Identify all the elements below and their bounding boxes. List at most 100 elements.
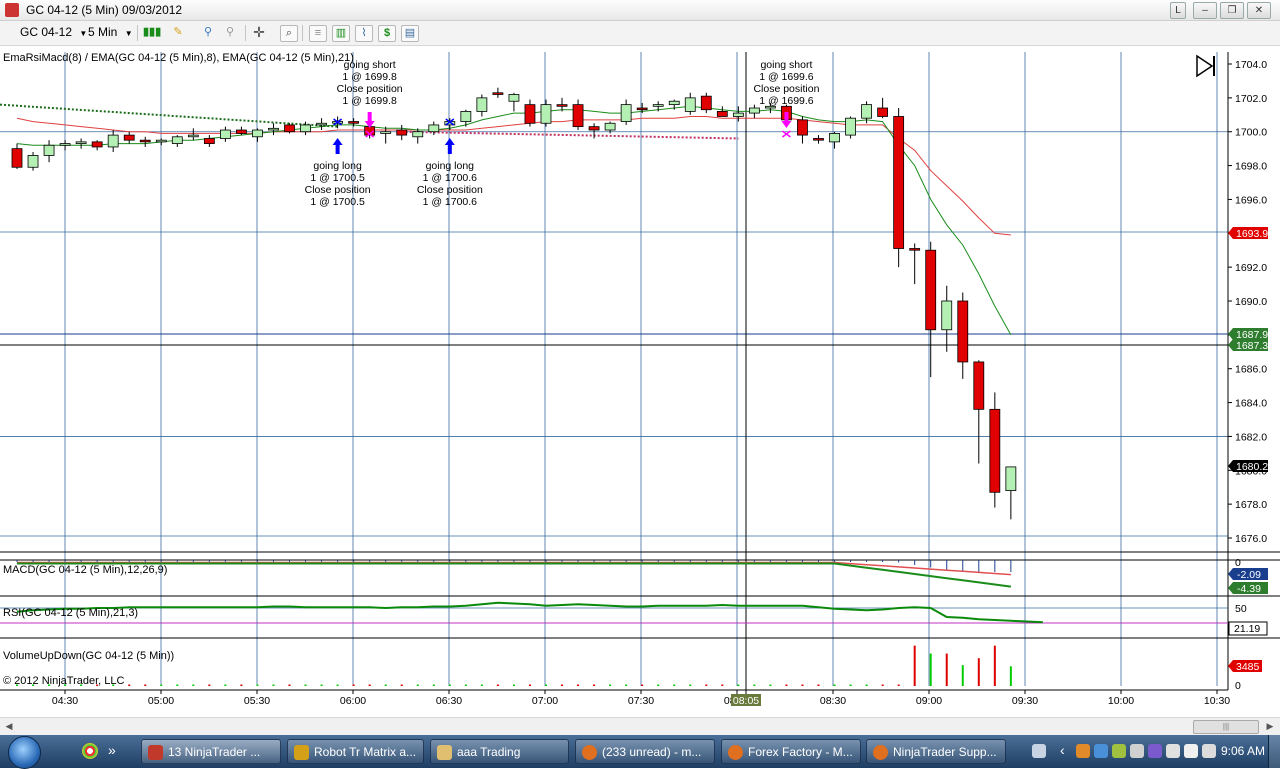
price-tick-label: 1678.0: [1235, 499, 1267, 511]
candle-body-up: [941, 300, 953, 331]
candle-body-up: [684, 97, 696, 112]
keyboard-icon[interactable]: [1032, 744, 1046, 758]
candle-body-up: [460, 111, 472, 122]
data-box-icon[interactable]: ▤: [401, 25, 419, 42]
candle: [732, 106, 744, 122]
time-axis: 04:3005:0005:3006:0006:3007:0007:3008:00…: [0, 689, 1230, 707]
scroll-to-end-icon[interactable]: [1196, 54, 1215, 78]
candle-body-down: [588, 126, 600, 131]
close-button[interactable]: ✕: [1247, 2, 1271, 19]
candle-body-up: [1005, 466, 1017, 491]
price-marker-label: 1693.9: [1236, 228, 1268, 240]
chart-properties-icon[interactable]: ⌇: [355, 25, 373, 42]
taskbar-button-label: aaa Trading: [457, 745, 521, 759]
strategy-icon[interactable]: ≡: [309, 25, 327, 42]
link-button[interactable]: L: [1170, 2, 1186, 19]
candle-body-up: [540, 104, 552, 124]
scroll-left-arrow[interactable]: ◀: [3, 720, 15, 732]
candle-body-down: [893, 116, 905, 249]
drawing-pencil-icon[interactable]: ✎: [170, 25, 186, 40]
network-icon[interactable]: [1166, 744, 1180, 758]
crosshair-icon[interactable]: ✛: [251, 25, 267, 40]
start-button[interactable]: [8, 736, 41, 769]
candle: [973, 360, 985, 464]
candle: [620, 99, 632, 125]
macd-marker-label: -2.09: [1237, 569, 1261, 581]
scroll-thumb[interactable]: |||: [1193, 720, 1259, 734]
ema-lines: [0, 103, 1012, 336]
candle: [829, 131, 840, 149]
taskbar-button-firefox-mail[interactable]: (233 unread) - m...: [575, 739, 715, 764]
candle: [845, 116, 856, 139]
taskbar-button-label: NinjaTrader Supp...: [893, 745, 997, 759]
indicator-icon[interactable]: ▥: [332, 25, 350, 42]
pin-icon[interactable]: ⚲: [200, 25, 216, 40]
candle: [684, 92, 696, 115]
volume-icon[interactable]: [1202, 744, 1216, 758]
candle-body-up: [316, 122, 327, 126]
trade-signal: going long1 @ 1700.5Close position1 @ 17…: [305, 118, 371, 208]
candle: [11, 143, 23, 169]
toolbar-separator: [302, 25, 303, 41]
taskbar-button-ninjatrader[interactable]: 13 NinjaTrader ...: [141, 739, 281, 764]
signal-label: 1 @ 1699.8: [342, 71, 397, 83]
interval-selector[interactable]: 5 Min ▼: [88, 24, 133, 41]
indicator-panels: 0-2.09-4.395021.1903485: [0, 557, 1268, 692]
candle: [284, 123, 295, 134]
tray-app-icon[interactable]: [1076, 744, 1090, 758]
candle-body-up: [620, 104, 632, 122]
candle-body-down: [556, 104, 568, 107]
maximize-button[interactable]: ❐: [1220, 2, 1244, 19]
candle-body-up: [748, 107, 760, 114]
price-tick-label: 1676.0: [1235, 533, 1267, 545]
candle: [925, 241, 937, 378]
candle: [1005, 466, 1017, 520]
chrome-icon[interactable]: [82, 743, 98, 759]
instrument-label: GC 04-12: [20, 25, 73, 39]
quicklaunch-overflow-icon[interactable]: »: [108, 742, 116, 758]
zoom-icon[interactable]: ⌕: [280, 25, 298, 42]
bar-type-icon[interactable]: ▮▮▮: [143, 25, 161, 40]
signal-label: 1 @ 1700.5: [310, 172, 365, 184]
signal-label: going long: [426, 160, 475, 172]
candle: [716, 106, 728, 117]
show-desktop-button[interactable]: [1268, 735, 1280, 768]
price-tick-label: 1682.0: [1235, 431, 1267, 443]
tray-app-icon[interactable]: [1094, 744, 1108, 758]
tray-app-icon[interactable]: [1130, 744, 1144, 758]
candle: [572, 99, 584, 131]
candle-body-up: [219, 129, 231, 139]
chart-canvas[interactable]: going long1 @ 1700.5Close position1 @ 17…: [0, 46, 1280, 716]
price-tick-label: 1686.0: [1235, 364, 1267, 376]
time-tick-label: 07:00: [532, 695, 558, 707]
taskbar-button-ninjatrader-support[interactable]: NinjaTrader Supp...: [866, 739, 1006, 764]
taskbar-button-forex-factory[interactable]: Forex Factory - M...: [721, 739, 861, 764]
tray-app-icon[interactable]: [1112, 744, 1126, 758]
taskbar-button-aaa-trading[interactable]: aaa Trading: [430, 739, 569, 764]
chart-horizontal-scrollbar[interactable]: ◀ ||| ▶: [0, 717, 1280, 735]
candle-body-down: [909, 248, 921, 251]
taskbar-clock[interactable]: 9:06 AM: [1221, 744, 1265, 758]
tray-app-icon[interactable]: [1148, 744, 1162, 758]
taskbar-button-label: Robot Tr Matrix a...: [314, 745, 417, 759]
dollar-icon[interactable]: $: [378, 25, 396, 42]
candle: [203, 135, 215, 147]
instrument-selector[interactable]: GC 04-12 ▼: [20, 24, 87, 41]
candle: [75, 138, 87, 149]
tray-expand-icon[interactable]: ‹: [1060, 742, 1065, 758]
time-tick-label: 10:30: [1204, 695, 1230, 707]
folder-icon: [437, 745, 452, 760]
signal-label: 1 @ 1699.6: [759, 95, 814, 107]
candle-body-down: [492, 92, 504, 95]
candle-body-up: [59, 143, 71, 146]
magnet-icon[interactable]: ⚲: [222, 25, 238, 40]
minimize-button[interactable]: –: [1193, 2, 1217, 19]
taskbar-button-robot-matrix[interactable]: Robot Tr Matrix a...: [287, 739, 424, 764]
candle-body-down: [813, 138, 824, 141]
price-tick-label: 1684.0: [1235, 398, 1267, 410]
shield-icon[interactable]: [1184, 744, 1198, 758]
candle: [412, 128, 424, 144]
price-tick-label: 1702.0: [1235, 93, 1267, 105]
scroll-right-arrow[interactable]: ▶: [1264, 720, 1276, 732]
candle: [155, 138, 167, 146]
